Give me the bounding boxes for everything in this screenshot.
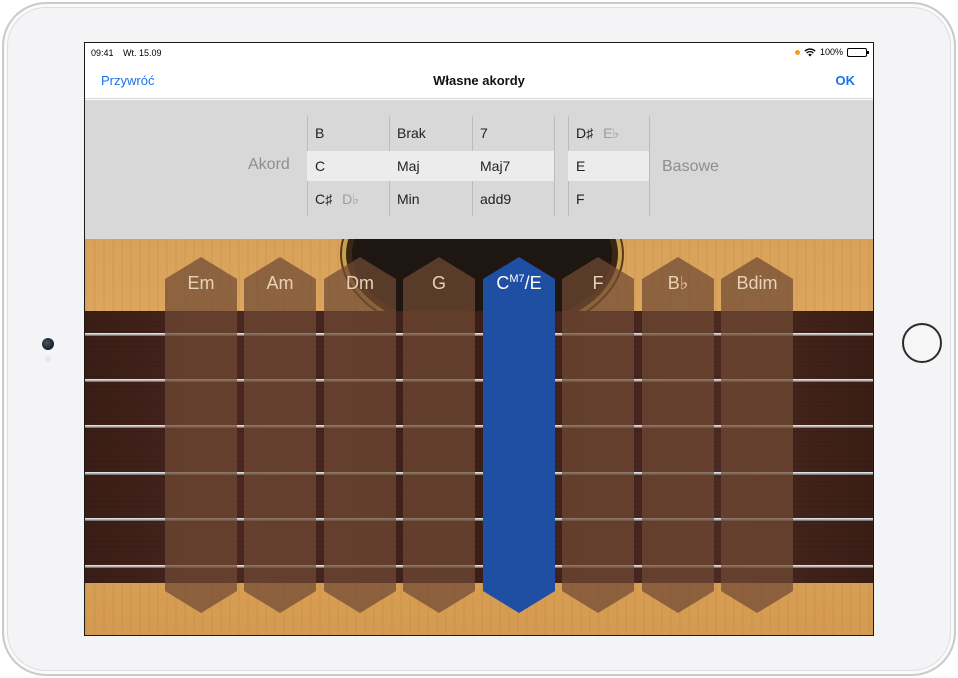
chord-label-em: Em bbox=[187, 273, 215, 293]
sensor-dot bbox=[45, 356, 51, 362]
wifi-icon bbox=[804, 47, 816, 56]
chord-label-dm: Dm bbox=[346, 273, 374, 293]
bass-option-selected[interactable]: E bbox=[568, 151, 650, 181]
chord-strip-cmaj7-e[interactable] bbox=[483, 257, 555, 613]
root-note-wheel[interactable]: B C C♯ D♭ bbox=[307, 116, 389, 216]
camera-icon bbox=[42, 338, 54, 350]
chord-label-am: Am bbox=[266, 273, 294, 293]
bass-note-wheel[interactable]: D♯ E♭ E F bbox=[568, 116, 650, 216]
battery-icon bbox=[847, 47, 869, 57]
guitar-view: Em Am Dm G CM7/E F B♭ Bdim bbox=[85, 239, 873, 635]
extension-wheel[interactable]: 7 Maj7 add9 bbox=[472, 116, 555, 216]
extension-option[interactable]: 7 bbox=[472, 118, 555, 148]
chord-strip-bb[interactable] bbox=[642, 257, 714, 613]
battery-percent: 100% bbox=[819, 47, 843, 57]
bass-option[interactable]: F bbox=[568, 184, 650, 214]
navigation-bar: Przywróć Własne akordy OK bbox=[85, 63, 873, 99]
extension-option[interactable]: add9 bbox=[472, 184, 555, 214]
extension-option-selected[interactable]: Maj7 bbox=[472, 151, 555, 181]
chord-label: Akord bbox=[248, 156, 290, 173]
screen: 09:41 Wt. 15.09 100% Przywróć Własne ako… bbox=[84, 42, 874, 636]
chord-strip-am[interactable] bbox=[244, 257, 316, 613]
chord-label-cmaj7-e: CM7/E bbox=[496, 273, 542, 293]
quality-option[interactable]: Min bbox=[389, 184, 472, 214]
chord-strip-g[interactable] bbox=[403, 257, 475, 613]
chord-label-bb: B♭ bbox=[667, 273, 689, 293]
status-bar: 09:41 Wt. 15.09 100% bbox=[85, 43, 873, 63]
root-option[interactable]: B bbox=[307, 118, 389, 148]
chord-strip-em[interactable] bbox=[165, 257, 237, 613]
chord-picker: Akord B C C♯ D♭ Brak Maj Min 7 Maj7 add9 … bbox=[85, 100, 873, 239]
bass-label: Basowe bbox=[662, 158, 719, 175]
chord-strip-dm[interactable] bbox=[324, 257, 396, 613]
status-indicators: 100% bbox=[794, 47, 869, 57]
home-button[interactable] bbox=[902, 323, 942, 363]
chord-strip-bdim[interactable] bbox=[721, 257, 793, 613]
page-title: Własne akordy bbox=[433, 73, 525, 88]
recording-indicator-icon bbox=[794, 49, 800, 55]
root-option[interactable]: C♯ D♭ bbox=[307, 184, 389, 214]
chord-label-f: F bbox=[592, 273, 604, 293]
ok-button[interactable]: OK bbox=[836, 73, 856, 88]
quality-option[interactable]: Brak bbox=[389, 118, 472, 148]
status-time: 09:41 bbox=[91, 48, 114, 58]
chord-label-g: G bbox=[431, 273, 446, 293]
status-date: Wt. 15.09 bbox=[123, 48, 162, 58]
chord-strip-f[interactable] bbox=[562, 257, 634, 613]
chord-label-bdim: Bdim bbox=[736, 273, 778, 293]
quality-wheel[interactable]: Brak Maj Min bbox=[389, 116, 472, 216]
root-option-selected[interactable]: C bbox=[307, 151, 389, 181]
quality-option-selected[interactable]: Maj bbox=[389, 151, 472, 181]
bass-option[interactable]: D♯ E♭ bbox=[568, 118, 650, 148]
